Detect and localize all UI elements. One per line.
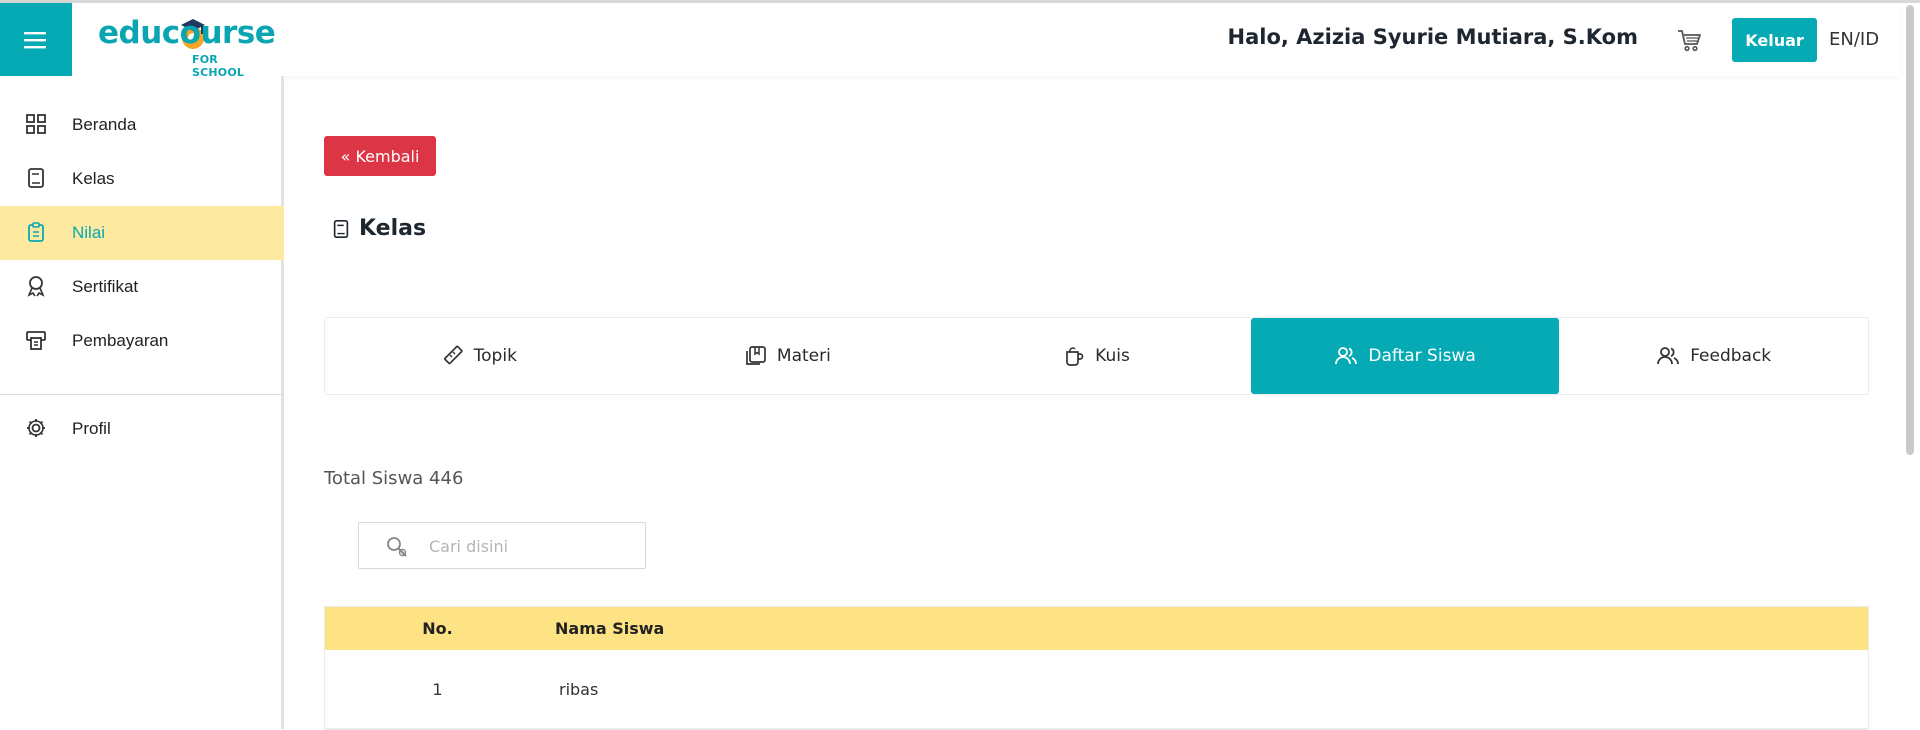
table-header: No. Nama Siswa: [325, 607, 1868, 650]
gear-icon: [27, 419, 45, 437]
sidebar-divider: [0, 394, 284, 395]
logo-text: educourse: [98, 15, 276, 51]
grid-icon: [26, 114, 46, 134]
book-icon: [28, 168, 44, 188]
tab-label: Topik: [473, 346, 517, 366]
tab-topik[interactable]: Topik: [325, 318, 634, 394]
tab-materi[interactable]: Materi: [634, 318, 943, 394]
students-table: No. Nama Siswa 1 ribas: [324, 606, 1869, 730]
sidebar: Beranda Kelas Nilai Sertifikat Pembayara…: [0, 76, 284, 729]
lang-id-option[interactable]: ID: [1860, 29, 1879, 50]
tab-label: Kuis: [1095, 346, 1130, 366]
clipboard-icon: [28, 222, 44, 242]
sidebar-item-label: Beranda: [72, 115, 137, 134]
logout-button[interactable]: Keluar: [1732, 18, 1817, 62]
sidebar-item-beranda[interactable]: Beranda: [0, 98, 284, 152]
materials-icon: [746, 346, 766, 365]
tab-label: Materi: [776, 346, 831, 366]
book-icon: [333, 219, 349, 238]
top-bar: educourse FOR SCHOOL Halo, Azizia Syurie…: [0, 3, 1900, 79]
award-icon: [27, 276, 45, 297]
class-tabs: Topik Materi Kuis Daftar Siswa Feedback: [324, 317, 1869, 395]
column-header-no: No.: [422, 619, 453, 638]
sidebar-item-label: Profil: [72, 419, 111, 438]
sidebar-item-pembayaran[interactable]: Pembayaran: [0, 314, 284, 368]
language-switcher: EN/ID: [1829, 29, 1879, 50]
back-button[interactable]: « Kembali: [324, 136, 436, 176]
menu-toggle-button[interactable]: [0, 3, 72, 76]
tab-label: Feedback: [1690, 346, 1772, 366]
sidebar-item-label: Sertifikat: [72, 277, 139, 296]
search-input[interactable]: [429, 535, 629, 557]
page-title: Kelas: [331, 216, 426, 241]
total-students: Total Siswa 446: [324, 468, 464, 489]
user-greeting: Halo, Azizia Syurie Mutiara, S.Kom: [1227, 25, 1639, 49]
search-box: [358, 522, 646, 569]
cell-no: 1: [432, 680, 443, 699]
tab-kuis[interactable]: Kuis: [942, 318, 1251, 394]
mug-icon: [1066, 347, 1084, 366]
main-content: « Kembali Kelas Topik Materi Kuis Daftar…: [287, 76, 1900, 730]
tab-daftar-siswa[interactable]: Daftar Siswa: [1250, 318, 1560, 394]
sidebar-item-label: Kelas: [72, 169, 115, 188]
tab-feedback[interactable]: Feedback: [1559, 318, 1868, 394]
cell-name: ribas: [559, 680, 599, 699]
payment-icon: [26, 331, 46, 350]
users-icon: [1335, 347, 1358, 365]
cart-icon[interactable]: [1676, 27, 1702, 53]
search-icon: [387, 537, 407, 557]
page-title-text: Kelas: [359, 216, 427, 241]
lang-en-option[interactable]: EN: [1829, 29, 1854, 50]
sidebar-item-label: Pembayaran: [72, 331, 169, 350]
sidebar-item-sertifikat[interactable]: Sertifikat: [0, 260, 284, 314]
users-icon: [1657, 347, 1680, 365]
sidebar-item-label: Nilai: [72, 223, 106, 242]
sidebar-item-profil[interactable]: Profil: [0, 402, 284, 456]
sidebar-item-nilai[interactable]: Nilai: [0, 206, 284, 260]
table-row[interactable]: 1 ribas: [325, 650, 1868, 730]
app-logo[interactable]: educourse FOR SCHOOL: [98, 11, 276, 79]
sidebar-item-kelas[interactable]: Kelas: [0, 152, 284, 206]
tab-label: Daftar Siswa: [1368, 346, 1476, 366]
page-scrollbar[interactable]: [1906, 5, 1914, 455]
hamburger-icon: [24, 31, 46, 48]
column-header-name: Nama Siswa: [555, 619, 665, 638]
ruler-icon: [443, 345, 463, 365]
